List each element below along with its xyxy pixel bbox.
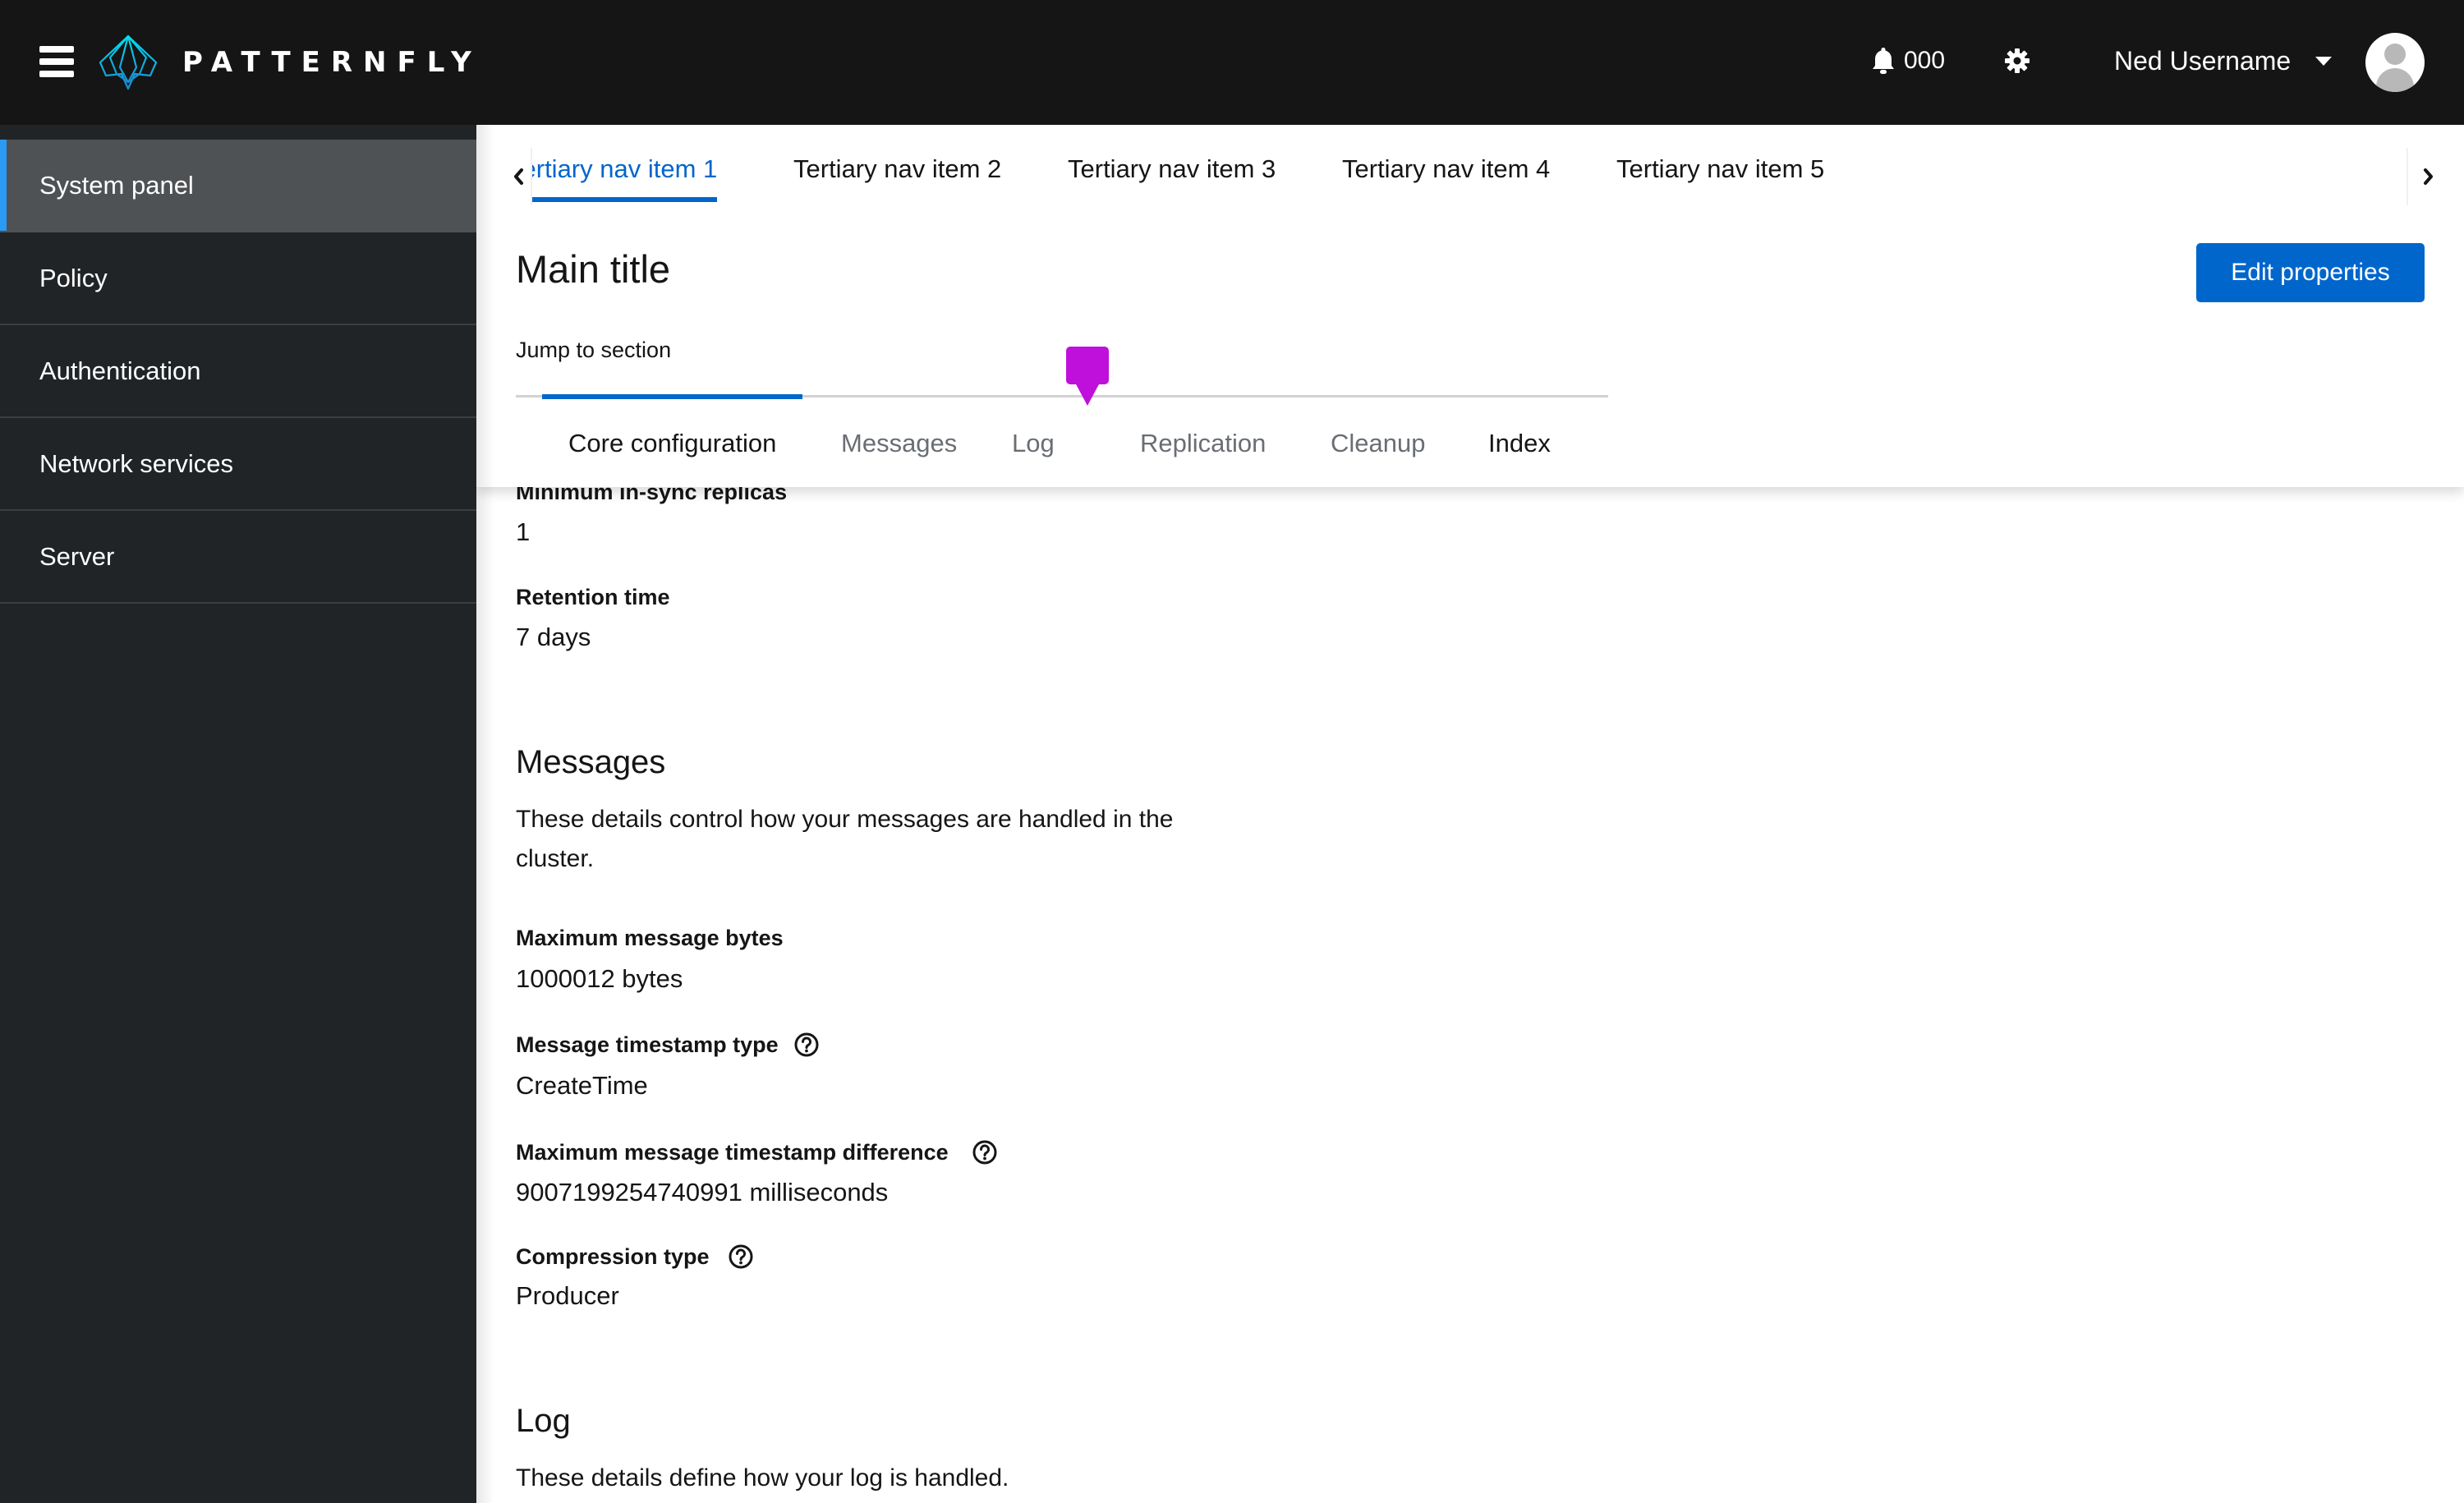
tertiary-nav-items: Tertiary nav item 1 Tertiary nav item 2 … xyxy=(532,148,2405,205)
tertiary-nav: Tertiary nav item 1 Tertiary nav item 2 … xyxy=(476,125,2464,215)
section-title-log: Log xyxy=(516,1403,571,1439)
field-value: 1 xyxy=(516,517,531,546)
jump-link-cleanup[interactable]: Cleanup xyxy=(1331,419,1425,468)
field-label: Compression type xyxy=(516,1244,710,1269)
help-icon[interactable] xyxy=(793,1032,820,1058)
jump-link-replication[interactable]: Replication xyxy=(1140,419,1266,468)
field-value: 9007199254740991 milliseconds xyxy=(516,1178,889,1207)
help-icon[interactable] xyxy=(972,1139,998,1165)
main-content: Minimum in-sync replicas 1 Retention tim… xyxy=(476,125,2464,1503)
masthead: PATTERNFLY 000 Ned Username xyxy=(0,0,2464,125)
page-title: Main title xyxy=(516,247,671,291)
edit-properties-button[interactable]: Edit properties xyxy=(2196,243,2425,302)
tertiary-nav-item-4[interactable]: Tertiary nav item 4 xyxy=(1342,148,1550,205)
field-label: Message timestamp type xyxy=(516,1032,779,1057)
brand-name: PATTERNFLY xyxy=(182,46,482,79)
sidebar-item-label: Policy xyxy=(39,263,108,292)
field-label-with-help: Compression type xyxy=(516,1242,754,1271)
field-label: Retention time xyxy=(516,585,670,609)
jump-links-active-indicator xyxy=(542,394,802,399)
section-title-messages: Messages xyxy=(516,744,666,780)
field-label: Maximum message bytes xyxy=(516,926,784,950)
caret-down-icon xyxy=(2315,56,2333,66)
help-icon[interactable] xyxy=(728,1243,754,1270)
tertiary-nav-label: Tertiary nav item 2 xyxy=(793,154,1002,183)
sidebar-item-server[interactable]: Server xyxy=(0,511,476,604)
field-label: Maximum message timestamp difference xyxy=(516,1140,949,1165)
angle-right-icon xyxy=(2424,168,2433,185)
tertiary-nav-label: Tertiary nav item 1 xyxy=(532,154,718,183)
patternfly-logo-icon xyxy=(99,34,158,90)
jump-link-messages[interactable]: Messages xyxy=(841,419,957,468)
sidebar-nav-list: System panel Policy Authentication Netwo… xyxy=(0,140,476,604)
active-tab-indicator xyxy=(532,197,718,202)
tertiary-nav-label: Tertiary nav item 4 xyxy=(1342,154,1551,183)
sidebar-item-policy[interactable]: Policy xyxy=(0,232,476,325)
location-marker-icon xyxy=(1066,347,1109,406)
angle-left-icon xyxy=(514,168,523,185)
jump-links-track xyxy=(516,394,1608,399)
user-avatar-icon[interactable] xyxy=(2365,33,2425,92)
sidebar-item-label: System panel xyxy=(39,170,194,200)
field-value: Producer xyxy=(516,1281,619,1310)
sidebar-item-label: Network services xyxy=(39,448,233,478)
tertiary-nav-item-3[interactable]: Tertiary nav item 3 xyxy=(1068,148,1276,205)
notification-count[interactable]: 000 xyxy=(1904,46,1945,76)
section-description: These details control how your messages … xyxy=(516,806,1174,872)
section-description: These details define how your log is han… xyxy=(516,1464,1009,1492)
field-label-with-help: Message timestamp type xyxy=(516,1030,820,1059)
hamburger-icon[interactable] xyxy=(39,46,74,77)
tertiary-nav-label: Tertiary nav item 5 xyxy=(1616,154,1825,183)
jump-link-log[interactable]: Log xyxy=(1012,419,1055,468)
sticky-page-header: Tertiary nav item 1 Tertiary nav item 2 … xyxy=(476,125,2464,487)
sidebar-item-system-panel[interactable]: System panel xyxy=(0,140,476,232)
tertiary-nav-item-1[interactable]: Tertiary nav item 1 xyxy=(532,148,718,205)
jump-to-section-label: Jump to section xyxy=(516,338,672,362)
field-value: 1000012 bytes xyxy=(516,964,683,993)
sidebar-item-network-services[interactable]: Network services xyxy=(0,418,476,511)
field-value: 7 days xyxy=(516,623,591,651)
gear-icon[interactable] xyxy=(2004,48,2030,74)
tertiary-nav-scroll-left[interactable] xyxy=(506,148,532,205)
field-value: CreateTime xyxy=(516,1071,648,1100)
sidebar-item-label: Server xyxy=(39,541,115,571)
bell-icon[interactable] xyxy=(1871,46,1896,76)
user-dropdown-toggle[interactable]: Ned Username xyxy=(2114,43,2333,79)
tertiary-nav-item-2[interactable]: Tertiary nav item 2 xyxy=(793,148,1001,205)
sidebar-item-authentication[interactable]: Authentication xyxy=(0,325,476,418)
field-label-with-help: Maximum message timestamp difference xyxy=(516,1138,998,1167)
tertiary-nav-label: Tertiary nav item 3 xyxy=(1068,154,1276,183)
jump-link-index[interactable]: Index xyxy=(1488,419,1551,468)
tertiary-nav-scroll-right[interactable] xyxy=(2407,148,2449,205)
sidebar: System panel Policy Authentication Netwo… xyxy=(0,125,476,1503)
jump-link-core-configuration[interactable]: Core configuration xyxy=(568,419,776,468)
sidebar-item-label: Authentication xyxy=(39,356,201,385)
tertiary-nav-item-5[interactable]: Tertiary nav item 5 xyxy=(1616,148,1824,205)
user-name: Ned Username xyxy=(2114,46,2292,76)
